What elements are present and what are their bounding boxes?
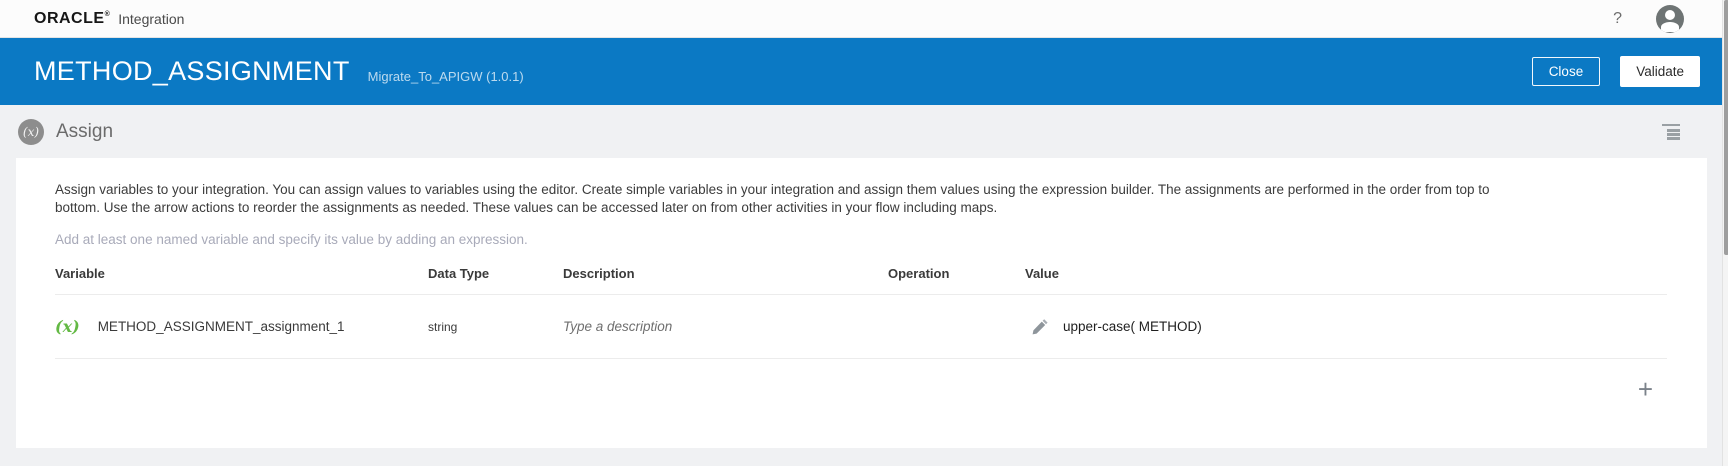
assign-hint: Add at least one named variable and spec… xyxy=(55,232,1667,247)
top-bar: ORACLE® Integration ? xyxy=(0,0,1728,38)
oracle-logo: ORACLE® xyxy=(34,10,110,28)
avatar-person-icon xyxy=(1665,10,1675,20)
vertical-scrollbar[interactable] xyxy=(1722,0,1728,466)
description-field[interactable]: Type a description xyxy=(563,319,888,334)
avatar-person-icon-body xyxy=(1661,22,1679,32)
table-footer: + xyxy=(55,359,1667,419)
scrollbar-thumb[interactable] xyxy=(1724,0,1728,255)
table-header-row: Variable Data Type Description Operation… xyxy=(55,266,1667,295)
main-content: Assign variables to your integration. Yo… xyxy=(0,158,1728,466)
assign-editor-card: Assign variables to your integration. Yo… xyxy=(16,158,1707,448)
assign-section-bar: (x) Assign xyxy=(0,105,1728,158)
col-header-data-type: Data Type xyxy=(428,266,563,281)
expression-value[interactable]: upper-case( METHOD) xyxy=(1063,319,1202,334)
col-header-operation: Operation xyxy=(888,266,1025,281)
close-button[interactable]: Close xyxy=(1532,57,1601,86)
menu-icon[interactable] xyxy=(1662,124,1680,140)
assign-x-icon: (x) xyxy=(18,119,44,145)
assign-description: Assign variables to your integration. Yo… xyxy=(55,181,1535,216)
page-title: METHOD_ASSIGNMENT xyxy=(34,56,350,87)
add-assignment-button[interactable]: + xyxy=(1638,376,1653,402)
help-icon[interactable]: ? xyxy=(1613,10,1622,28)
variable-name[interactable]: METHOD_ASSIGNMENT_assignment_1 xyxy=(98,319,345,334)
user-avatar[interactable] xyxy=(1656,5,1684,33)
product-name: Integration xyxy=(118,11,184,27)
variable-data-type: string xyxy=(428,320,563,334)
page-header: METHOD_ASSIGNMENT Migrate_To_APIGW (1.0.… xyxy=(0,38,1728,105)
col-header-variable: Variable xyxy=(55,266,428,281)
registered-mark: ® xyxy=(105,11,111,18)
variable-x-icon: (x) xyxy=(55,317,80,336)
section-title: Assign xyxy=(56,121,113,143)
edit-expression-icon[interactable] xyxy=(1032,318,1049,335)
table-row: (x) METHOD_ASSIGNMENT_assignment_1 strin… xyxy=(55,295,1667,359)
validate-button[interactable]: Validate xyxy=(1620,56,1700,87)
col-header-value: Value xyxy=(1025,266,1667,281)
integration-version: Migrate_To_APIGW (1.0.1) xyxy=(368,69,524,84)
col-header-description: Description xyxy=(563,266,888,281)
assignments-table: Variable Data Type Description Operation… xyxy=(55,266,1667,419)
